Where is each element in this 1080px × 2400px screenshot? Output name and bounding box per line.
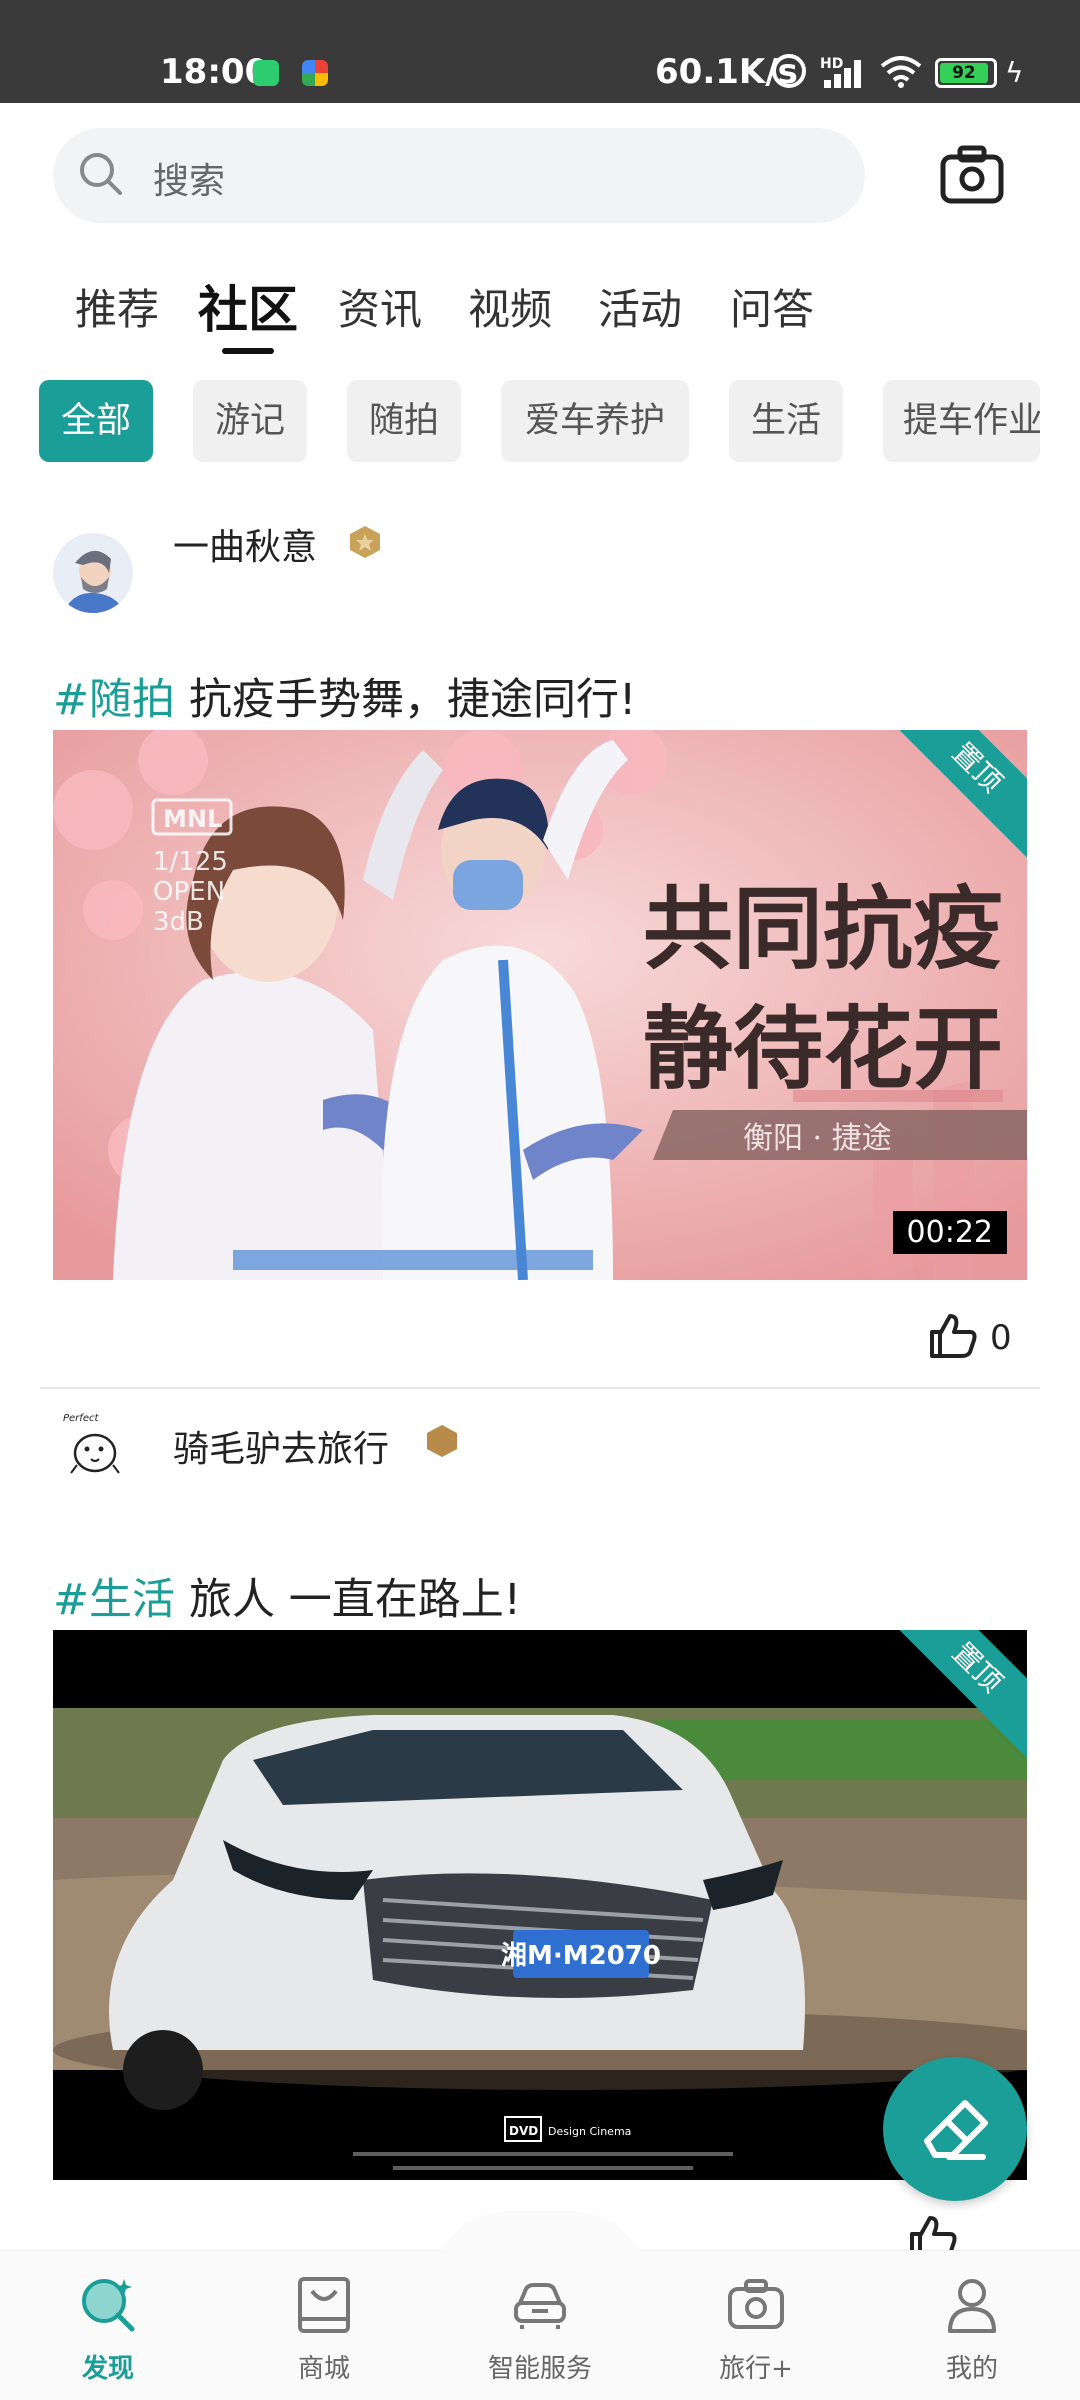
chip-life[interactable]: 生活 bbox=[729, 380, 843, 462]
nav-label-profile: 我的 bbox=[945, 2354, 998, 2384]
video-thumbnail-art: 湘M·M2070 DVD Design Cinema bbox=[53, 1630, 1027, 2180]
main-tabs: 推荐 社区 资讯 视频 活动 问答 bbox=[0, 270, 1080, 354]
nav-shop[interactable]: 商城 bbox=[216, 2251, 432, 2400]
chip-all[interactable]: 全部 bbox=[39, 380, 153, 462]
user-avatar-illustration: Perfect bbox=[53, 1403, 133, 1483]
nav-label-discover: 发现 bbox=[81, 2354, 134, 2384]
like-icon[interactable] bbox=[926, 1310, 978, 1362]
cam-overlay-gain: 3dB bbox=[153, 907, 204, 937]
cam-overlay-mode: MNL bbox=[163, 805, 222, 833]
app-screen: 18:00 60.1K/s HD 92 ϟ 搜索 推荐 社区 资讯 视频 活动 … bbox=[0, 0, 1080, 2400]
chip-snapshot[interactable]: 随拍 bbox=[347, 380, 461, 462]
avatar[interactable]: Perfect bbox=[53, 1403, 133, 1483]
slogan-caption: 衡阳 · 捷途 bbox=[743, 1121, 892, 1156]
tab-news[interactable]: 资讯 bbox=[338, 276, 422, 337]
travel-camera-icon bbox=[728, 2279, 784, 2329]
search-bar[interactable]: 搜索 bbox=[53, 128, 865, 223]
wifi-icon bbox=[880, 56, 922, 88]
category-chips: 全部 游记 随拍 爱车养护 生活 提车作业 bbox=[0, 380, 1040, 465]
profile-icon bbox=[948, 2279, 996, 2333]
post-title[interactable]: #生活 旅人 一直在路上! bbox=[53, 1565, 521, 1627]
post-video-thumbnail[interactable]: 湘M·M2070 DVD Design Cinema 置顶 bbox=[53, 1630, 1027, 2180]
tab-video[interactable]: 视频 bbox=[468, 276, 552, 337]
bottom-navigation: 发现 商城 智能服务 旅行+ 我的 bbox=[0, 2211, 1080, 2400]
post-tag[interactable]: #随拍 bbox=[53, 675, 175, 725]
tab-qa[interactable]: 问答 bbox=[730, 276, 814, 337]
nav-discover[interactable]: 发现 bbox=[0, 2251, 216, 2400]
browser-notification-icon bbox=[302, 60, 328, 86]
tab-community[interactable]: 社区 bbox=[198, 270, 298, 342]
alarm-icon bbox=[772, 54, 806, 88]
active-tab-indicator bbox=[222, 348, 274, 354]
video-thumbnail-art: MNL 1/125 OPEN 3dB 共同抗疫 静待花开 衡阳 · 捷途 bbox=[53, 730, 1027, 1280]
tab-recommend[interactable]: 推荐 bbox=[75, 276, 159, 337]
nav-travel-plus[interactable]: 旅行+ bbox=[648, 2251, 864, 2400]
compose-post-button[interactable] bbox=[883, 2057, 1027, 2201]
shop-bag-icon bbox=[298, 2277, 350, 2333]
cam-overlay-shutter: 1/125 bbox=[153, 847, 228, 877]
post-username[interactable]: 骑毛驴去旅行 bbox=[173, 1420, 389, 1472]
user-avatar-illustration bbox=[53, 533, 133, 613]
search-icon bbox=[80, 153, 122, 195]
battery-icon: 92 bbox=[935, 58, 997, 88]
post-title[interactable]: #随拍 抗疫手势舞，捷途同行! bbox=[53, 665, 636, 727]
scan-camera-icon[interactable] bbox=[940, 145, 1004, 205]
battery-level: 92 bbox=[940, 63, 988, 83]
avatar-perfect-text: Perfect bbox=[63, 1413, 99, 1424]
car-service-icon bbox=[514, 2283, 566, 2329]
chip-car-care[interactable]: 爱车养护 bbox=[501, 380, 689, 462]
chip-pickup[interactable]: 提车作业 bbox=[883, 380, 1040, 462]
post-video-thumbnail[interactable]: MNL 1/125 OPEN 3dB 共同抗疫 静待花开 衡阳 · 捷途 置顶 … bbox=[53, 730, 1027, 1280]
video-duration: 00:22 bbox=[892, 1211, 1007, 1254]
license-plate: 湘M·M2070 bbox=[501, 1941, 661, 1971]
level-badge-icon bbox=[427, 1425, 457, 1457]
cam-overlay-aperture: OPEN bbox=[153, 877, 225, 907]
chip-travelogue[interactable]: 游记 bbox=[193, 380, 307, 462]
post-username[interactable]: 一曲秋意 bbox=[173, 518, 317, 570]
slogan-line-2: 静待花开 bbox=[643, 996, 1003, 1102]
level-badge-icon bbox=[350, 526, 380, 558]
discover-icon bbox=[82, 2279, 135, 2332]
nav-smart-service[interactable]: 智能服务 bbox=[432, 2251, 648, 2400]
post-tag[interactable]: #生活 bbox=[53, 1575, 175, 1625]
tab-events[interactable]: 活动 bbox=[598, 276, 682, 337]
edit-eraser-icon bbox=[924, 2100, 988, 2160]
nav-label-travel-plus: 旅行+ bbox=[719, 2354, 793, 2384]
app-notification-icon bbox=[253, 60, 279, 86]
charging-icon: ϟ bbox=[1005, 56, 1024, 89]
like-count: 0 bbox=[990, 1318, 1012, 1358]
nav-profile[interactable]: 我的 bbox=[864, 2251, 1080, 2400]
status-time: 18:00 bbox=[160, 52, 269, 92]
post-title-text: 旅人 一直在路上! bbox=[189, 1575, 521, 1625]
nav-label-shop: 商城 bbox=[297, 2354, 350, 2384]
dvd-logo: DVD bbox=[509, 2124, 538, 2138]
slogan-line-1: 共同抗疫 bbox=[643, 876, 1003, 982]
avatar[interactable] bbox=[53, 533, 133, 613]
signal-icon bbox=[820, 58, 866, 88]
nav-label-smart-service: 智能服务 bbox=[487, 2354, 592, 2384]
design-cinema-watermark: Design Cinema bbox=[548, 2125, 631, 2138]
status-bar: 18:00 60.1K/s HD 92 ϟ bbox=[0, 0, 1080, 103]
search-placeholder: 搜索 bbox=[153, 161, 226, 202]
post-divider bbox=[40, 1387, 1040, 1389]
post-title-text: 抗疫手势舞，捷途同行! bbox=[189, 675, 637, 725]
